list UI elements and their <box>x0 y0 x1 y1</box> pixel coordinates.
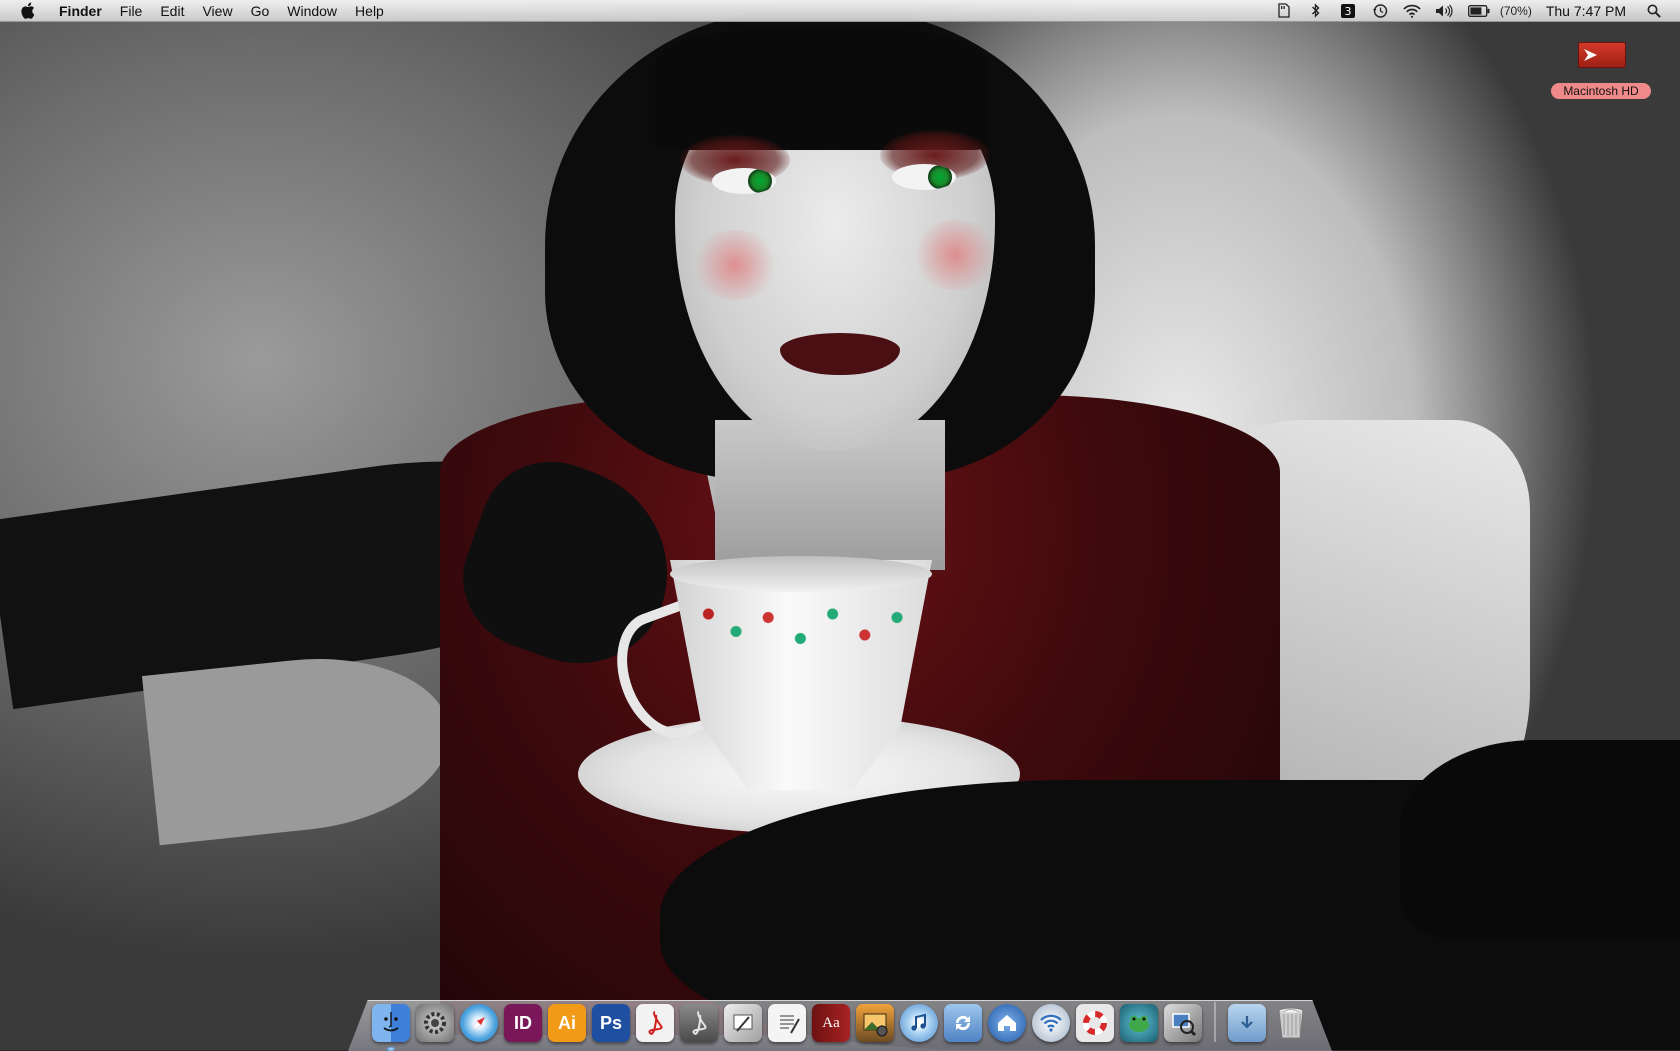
help-lifebuoy-icon[interactable] <box>1076 1004 1114 1042</box>
itunes-icon[interactable] <box>900 1004 938 1042</box>
volume-icon[interactable] <box>1435 2 1453 20</box>
apple-menu-icon[interactable] <box>18 2 36 20</box>
wallpaper-cheek-left <box>690 230 780 300</box>
system-preferences-icon[interactable] <box>416 1004 454 1042</box>
acrobat-distiller-icon[interactable] <box>680 1004 718 1042</box>
menu-go[interactable]: Go <box>242 0 279 22</box>
macintosh-hd-icon[interactable] <box>1578 42 1626 68</box>
dictionary-icon[interactable]: Aa <box>812 1004 850 1042</box>
wallpaper-cup-flowers <box>690 600 920 670</box>
indesign-icon[interactable]: ID <box>504 1004 542 1042</box>
trash-icon[interactable] <box>1272 1004 1310 1042</box>
downloads-folder-icon[interactable] <box>1228 1004 1266 1042</box>
sdcard-icon[interactable] <box>1275 2 1293 20</box>
bluetooth-icon[interactable] <box>1307 2 1325 20</box>
menu-window[interactable]: Window <box>278 0 346 22</box>
menu-bar: Finder File Edit View Go Window Help 3 (… <box>0 0 1680 22</box>
spotlight-icon[interactable] <box>1645 2 1663 20</box>
wallpaper-cheek-right <box>910 220 1000 290</box>
svg-text:3: 3 <box>1344 5 1351 18</box>
finder-icon[interactable] <box>372 1004 410 1051</box>
airport-utility-icon[interactable] <box>1032 1004 1070 1042</box>
wifi-icon[interactable] <box>1403 2 1421 20</box>
app-status-icon[interactable]: 3 <box>1339 2 1357 20</box>
drive-logo-icon <box>1584 49 1597 61</box>
menu-help[interactable]: Help <box>346 0 393 22</box>
game-frog-icon[interactable] <box>1120 1004 1158 1042</box>
wallpaper-left-arm <box>141 644 459 846</box>
wallpaper-right-glove-top <box>1400 740 1680 940</box>
macintosh-hd-label[interactable]: Macintosh HD <box>1551 83 1651 99</box>
wallpaper-eye-left <box>712 168 776 194</box>
wallpaper-eye-right <box>892 164 956 190</box>
desktop-wallpaper <box>0 0 1680 1050</box>
illustrator-icon[interactable]: Ai <box>548 1004 586 1042</box>
iphoto-icon[interactable] <box>856 1004 894 1042</box>
software-update-icon[interactable] <box>944 1004 982 1042</box>
dock-separator <box>1214 1002 1216 1042</box>
photoshop-icon[interactable]: Ps <box>592 1004 630 1042</box>
wallpaper-teacup-rim <box>670 556 932 592</box>
textedit-icon[interactable] <box>768 1004 806 1042</box>
menu-view[interactable]: View <box>193 0 241 22</box>
menu-edit[interactable]: Edit <box>151 0 193 22</box>
menu-app-finder[interactable]: Finder <box>50 0 111 22</box>
time-machine-icon[interactable] <box>1371 2 1389 20</box>
finder-running-indicator <box>387 1047 395 1051</box>
home-network-icon[interactable] <box>988 1004 1026 1042</box>
preview-photos-icon[interactable] <box>1164 1004 1202 1042</box>
safari-icon[interactable] <box>460 1004 498 1042</box>
dock: ID Ai Ps Aa <box>372 996 1312 1051</box>
menu-extras: 3 (70%) Thu 7:47 PM <box>1268 0 1680 22</box>
preview-icon[interactable] <box>724 1004 762 1042</box>
battery-percentage: (70%) <box>1499 3 1532 18</box>
acrobat-icon[interactable] <box>636 1004 674 1042</box>
menu-file[interactable]: File <box>111 0 152 22</box>
battery-icon[interactable] <box>1467 2 1491 20</box>
menubar-clock[interactable]: Thu 7:47 PM <box>1546 3 1626 19</box>
